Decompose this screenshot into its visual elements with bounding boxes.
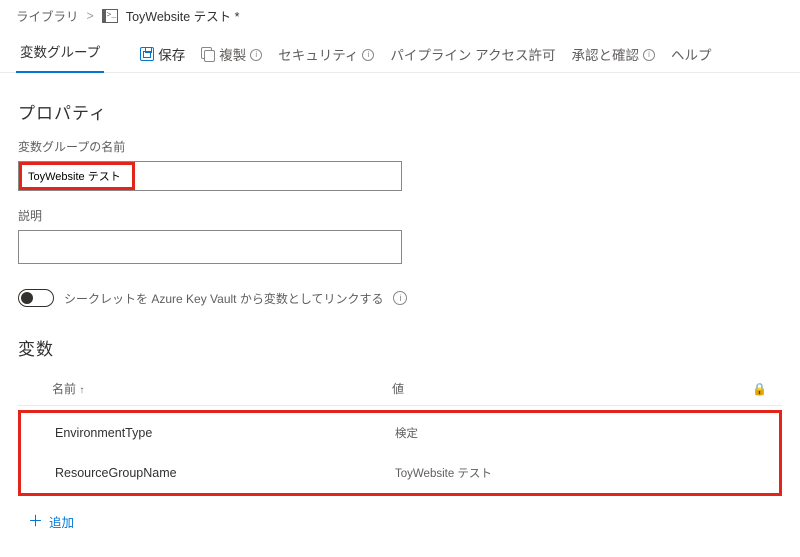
- description-label: 説明: [18, 207, 782, 224]
- chevron-right-icon: >: [87, 9, 94, 23]
- info-icon: i: [643, 49, 655, 61]
- clone-button[interactable]: 複製 i: [195, 40, 268, 68]
- breadcrumb: ライブラリ > ToyWebsite テスト *: [0, 0, 800, 29]
- save-button[interactable]: 保存: [134, 40, 191, 68]
- variable-name: ResourceGroupName: [55, 466, 395, 480]
- breadcrumb-root[interactable]: ライブラリ: [16, 6, 79, 25]
- clone-icon: [201, 47, 215, 61]
- add-variable-button[interactable]: ＋ 追加: [18, 496, 782, 537]
- help-button[interactable]: ヘルプ: [665, 40, 718, 68]
- variables-header: 名前 ↑ 値 🔒: [18, 374, 782, 406]
- name-label: 変数グループの名前: [18, 138, 782, 155]
- description-input[interactable]: [18, 230, 402, 264]
- col-name[interactable]: 名前 ↑: [52, 380, 392, 397]
- info-icon: i: [362, 49, 374, 61]
- section-variables-title: 変数: [18, 335, 782, 360]
- plus-icon: ＋: [28, 514, 43, 529]
- variable-value: 検定: [395, 425, 755, 441]
- tab-variable-group[interactable]: 変数グループ: [16, 35, 104, 73]
- variable-value: ToyWebsite テスト: [395, 465, 755, 481]
- name-input-wrapper: [18, 161, 402, 191]
- section-properties-title: プロパティ: [18, 99, 782, 124]
- info-icon: i: [250, 49, 262, 61]
- keyvault-toggle[interactable]: [18, 289, 54, 307]
- save-icon: [140, 47, 154, 61]
- col-value[interactable]: 値: [392, 380, 752, 397]
- variable-row[interactable]: EnvironmentType 検定: [21, 413, 779, 453]
- toolbar: 変数グループ 保存 複製 i セキュリティ i パイプライン アクセス許可 承認…: [0, 29, 800, 73]
- approvals-button[interactable]: 承認と確認 i: [565, 40, 661, 68]
- keyvault-toggle-label: シークレットを Azure Key Vault から変数としてリンクする: [64, 290, 383, 307]
- main-content: プロパティ 変数グループの名前 説明 シークレットを Azure Key Vau…: [0, 73, 800, 557]
- variable-name: EnvironmentType: [55, 426, 395, 440]
- breadcrumb-title: ToyWebsite テスト *: [126, 6, 240, 25]
- pipeline-permissions-button[interactable]: パイプライン アクセス許可: [384, 40, 561, 68]
- variable-row[interactable]: ResourceGroupName ToyWebsite テスト: [21, 453, 779, 493]
- info-icon[interactable]: i: [393, 291, 407, 305]
- highlight-variables: EnvironmentType 検定 ResourceGroupName Toy…: [18, 410, 782, 496]
- col-lock: 🔒: [752, 382, 797, 396]
- highlight-name: [19, 162, 135, 190]
- lock-icon: 🔒: [752, 382, 767, 396]
- name-input[interactable]: [22, 165, 132, 187]
- sort-asc-icon: ↑: [79, 385, 84, 396]
- variable-group-icon: [102, 9, 118, 23]
- security-button[interactable]: セキュリティ i: [272, 40, 380, 68]
